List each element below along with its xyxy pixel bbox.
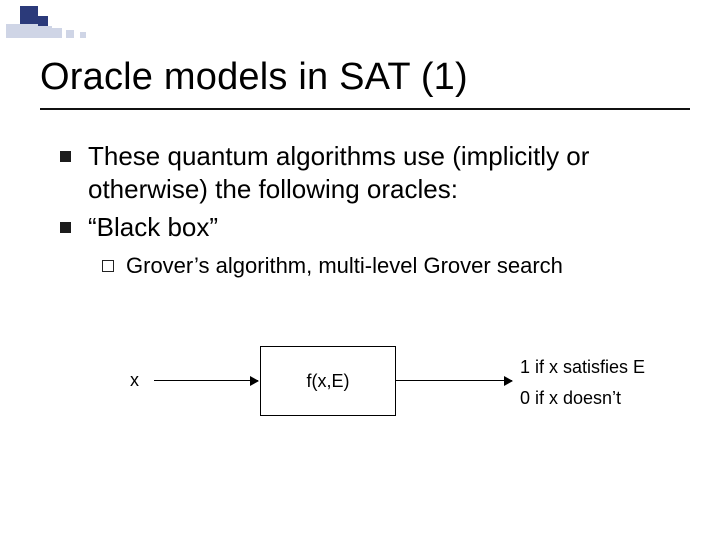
arrow-in-icon: [154, 380, 258, 381]
diagram-box: f(x,E): [260, 346, 396, 416]
slide: Oracle models in SAT (1) These quantum a…: [0, 0, 720, 540]
sub-bullet-text: Grover’s algorithm, multi-level Grover s…: [126, 253, 563, 278]
corner-decoration: [6, 6, 146, 42]
diagram-box-label: f(x,E): [307, 371, 350, 392]
oracle-diagram: x f(x,E) 1 if x satisfies E 0 if x doesn…: [110, 330, 680, 450]
diagram-input-label: x: [130, 370, 139, 391]
diagram-output-labels: 1 if x satisfies E 0 if x doesn’t: [520, 352, 645, 413]
diagram-output-1: 1 if x satisfies E: [520, 352, 645, 383]
title-underline: [40, 108, 690, 110]
bullet-item: These quantum algorithms use (implicitly…: [60, 140, 680, 205]
bullet-list: These quantum algorithms use (implicitly…: [60, 140, 680, 280]
title-wrap: Oracle models in SAT (1): [40, 56, 690, 99]
sub-bullet-item: Grover’s algorithm, multi-level Grover s…: [102, 252, 680, 281]
diagram-output-0: 0 if x doesn’t: [520, 383, 645, 414]
arrow-out-icon: [396, 380, 512, 381]
slide-title: Oracle models in SAT (1): [40, 56, 690, 99]
bullet-item: “Black box” Grover’s algorithm, multi-le…: [60, 211, 680, 280]
sub-bullet-list: Grover’s algorithm, multi-level Grover s…: [102, 252, 680, 281]
content-area: These quantum algorithms use (implicitly…: [60, 140, 680, 286]
bullet-text: “Black box”: [88, 212, 218, 242]
bullet-text: These quantum algorithms use (implicitly…: [88, 141, 589, 204]
